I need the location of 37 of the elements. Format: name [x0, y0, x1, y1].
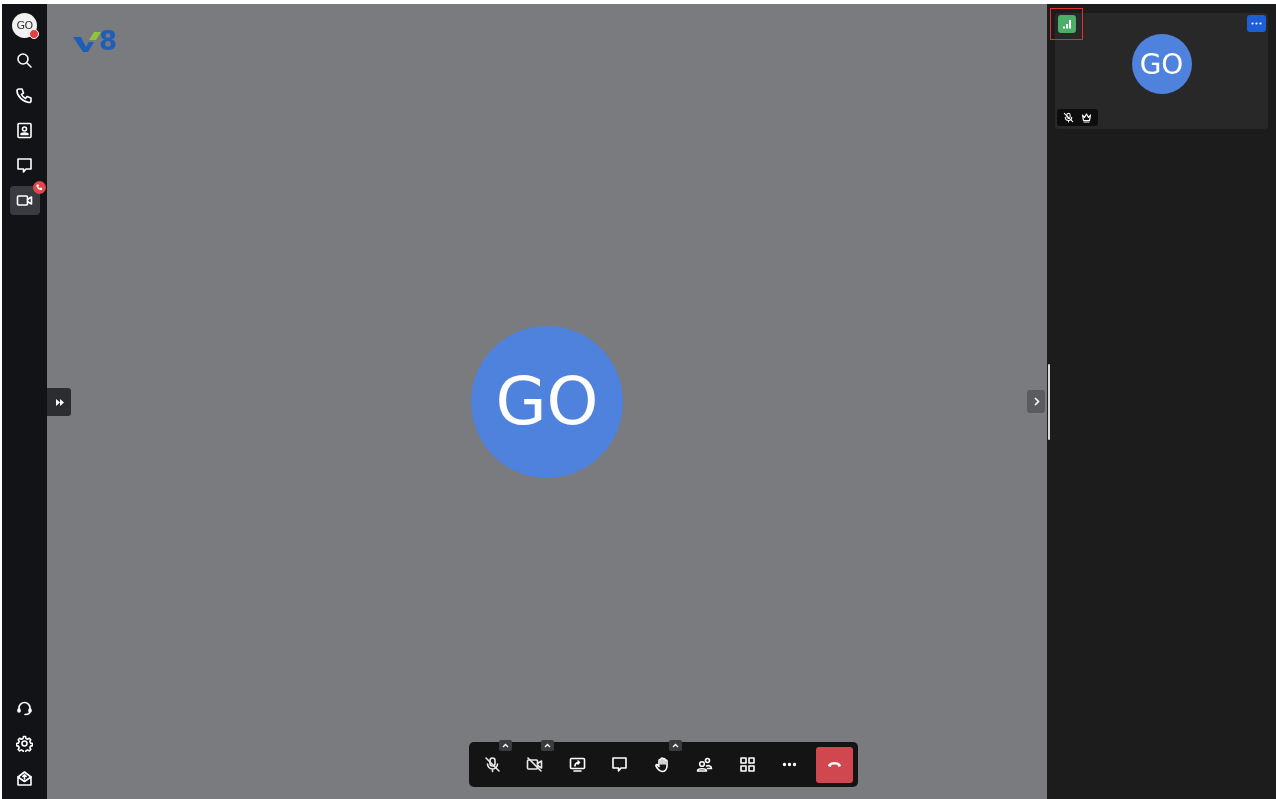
more-icon [1251, 22, 1262, 25]
search-icon [16, 52, 33, 69]
signal-strength-icon [1058, 15, 1076, 33]
options-caret-button[interactable] [668, 739, 682, 751]
collapse-panel-button[interactable] [1027, 390, 1045, 413]
camera-off-icon [526, 756, 544, 773]
meetings-button[interactable] [9, 186, 40, 215]
logo-text: 8 [99, 28, 118, 54]
chevron-right-icon [1031, 397, 1041, 406]
expand-sidebar-button[interactable] [47, 388, 71, 416]
video-camera-icon [16, 192, 33, 209]
chat-icon [16, 157, 33, 174]
screen-share-icon [568, 756, 586, 773]
status-dot [29, 29, 39, 39]
chat-icon [611, 756, 629, 773]
open-envelope-icon [16, 770, 33, 787]
phone-icon [16, 87, 33, 104]
contact-card-icon [16, 122, 33, 139]
participant-avatar: GO [471, 325, 623, 478]
gear-icon [16, 735, 33, 752]
double-chevron-icon [54, 397, 64, 407]
raised-hand-icon [653, 756, 671, 773]
caret-up-icon [501, 742, 509, 748]
user-avatar[interactable]: GO [12, 13, 37, 38]
headset-icon [16, 700, 33, 717]
logo-mark [73, 30, 101, 52]
participant-avatar: GO [1131, 34, 1192, 94]
participants-icon [696, 756, 714, 773]
participant-more-button[interactable] [1247, 15, 1266, 32]
grid-icon [738, 756, 756, 773]
resize-handle[interactable] [1048, 363, 1050, 440]
hang-up-button[interactable] [815, 746, 853, 783]
caret-up-icon [671, 742, 679, 748]
options-caret-button[interactable] [498, 739, 512, 751]
options-caret-button[interactable] [541, 739, 554, 751]
muted-microphone-icon [483, 756, 501, 773]
caret-up-icon [544, 742, 551, 748]
